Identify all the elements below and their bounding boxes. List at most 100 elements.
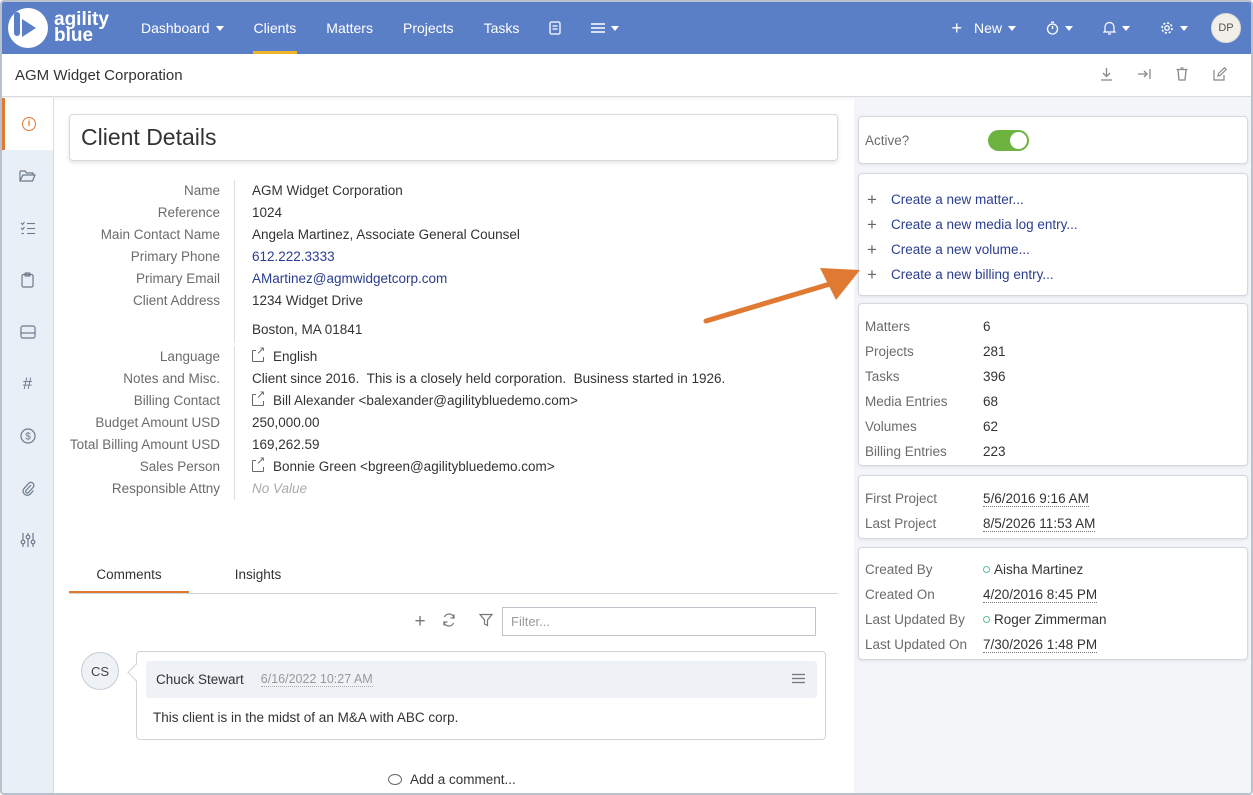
- stat-label: Projects: [865, 344, 914, 359]
- stat-label: Tasks: [865, 369, 900, 384]
- stat-label: Billing Entries: [865, 444, 947, 459]
- edit-button[interactable]: [1201, 66, 1239, 84]
- sidebar-item-clipboard[interactable]: [2, 254, 53, 306]
- field-name: Name AGM Widget Corporation: [62, 180, 802, 202]
- stat-row: Matters 6: [859, 314, 1247, 339]
- email-link[interactable]: AMartinez@agmwidgetcorp.com: [235, 268, 447, 290]
- field-value: 1024: [252, 205, 283, 220]
- add-comment-label: Add a comment...: [410, 772, 516, 787]
- move-button[interactable]: [1125, 67, 1163, 83]
- sidebar-item-attachments[interactable]: [2, 462, 53, 514]
- nav-reports[interactable]: [534, 2, 576, 54]
- meta-label: Created By: [865, 562, 933, 577]
- sidebar-item-folders[interactable]: [2, 150, 53, 202]
- notifications-menu[interactable]: [1088, 2, 1145, 54]
- sidebar-item-settings[interactable]: [2, 514, 53, 566]
- create-media-log-link[interactable]: + Create a new media log entry...: [859, 212, 1247, 237]
- drive-icon: [19, 325, 36, 339]
- date-row: First Project 5/6/2016 9:16 AM: [859, 486, 1247, 511]
- meta-value: 7/30/2026 1:48 PM: [983, 637, 1098, 653]
- date-value: 8/5/2026 11:53 AM: [983, 516, 1096, 532]
- field-label: Responsible Attny: [62, 478, 235, 500]
- meta-row: Last Updated On 7/30/2026 1:48 PM: [859, 632, 1247, 657]
- nav-clients[interactable]: Clients: [239, 2, 312, 54]
- field-value: Angela Martinez, Associate General Couns…: [252, 227, 520, 242]
- chevron-down-icon: [1122, 25, 1130, 31]
- sidebar-item-checklist[interactable]: [2, 202, 53, 254]
- info-icon: i: [22, 117, 36, 131]
- meta-label: Created On: [865, 587, 935, 602]
- refresh-icon[interactable]: [438, 613, 460, 631]
- tab-comments[interactable]: Comments: [69, 558, 189, 593]
- action-label: Create a new billing entry...: [891, 267, 1054, 282]
- status-dot-icon: [983, 616, 990, 623]
- nav-projects-label: Projects: [402, 20, 454, 36]
- top-navbar: agility blue Dashboard Clients Matters P…: [2, 2, 1251, 54]
- page-title: AGM Widget Corporation: [15, 66, 183, 84]
- field-label: Client Address: [62, 290, 235, 343]
- action-label: Create a new media log entry...: [891, 217, 1078, 232]
- user-avatar[interactable]: DP: [1211, 13, 1241, 43]
- comment-header: Chuck Stewart 6/16/2022 10:27 AM: [146, 661, 817, 698]
- project-dates-card: First Project 5/6/2016 9:16 AM Last Proje…: [858, 475, 1248, 539]
- sidebar-item-details[interactable]: i: [2, 98, 53, 150]
- nav-matters[interactable]: Matters: [311, 2, 388, 54]
- date-value-text: 5/6/2016 9:16 AM: [983, 491, 1089, 507]
- new-button[interactable]: + New: [936, 2, 1031, 54]
- comments-filter-input[interactable]: [502, 607, 816, 636]
- sidebar-item-billing[interactable]: $: [2, 410, 53, 462]
- comment-menu-icon[interactable]: [792, 671, 805, 688]
- field-label: Total Billing Amount USD: [62, 434, 235, 456]
- plus-icon: +: [867, 189, 877, 209]
- nav-matters-label: Matters: [326, 20, 373, 36]
- avatar: CS: [81, 652, 119, 690]
- field-sales-person: Sales Person Bonnie Green <bgreen@agility…: [62, 455, 802, 478]
- timer-menu[interactable]: [1031, 2, 1088, 54]
- add-comment-icon[interactable]: +: [409, 611, 431, 633]
- field-value: 250,000.00: [252, 415, 320, 430]
- nav-dashboard[interactable]: Dashboard: [126, 2, 239, 54]
- external-link-icon[interactable]: [252, 345, 266, 362]
- detail-tabs: Comments Insights: [69, 558, 838, 594]
- field-billing-contact: Billing Contact Bill Alexander <balexande…: [62, 389, 802, 412]
- chevron-down-icon: [215, 25, 224, 31]
- date-value-text: 4/20/2016 8:45 PM: [983, 587, 1098, 603]
- delete-button[interactable]: [1163, 66, 1201, 84]
- external-link-icon[interactable]: [252, 455, 266, 472]
- nav-projects[interactable]: Projects: [388, 2, 469, 54]
- plus-icon: +: [867, 264, 877, 284]
- meta-row: Created On 4/20/2016 8:45 PM: [859, 582, 1247, 607]
- download-icon: [1100, 67, 1112, 81]
- create-volume-link[interactable]: + Create a new volume...: [859, 237, 1247, 262]
- comment-author: Chuck Stewart: [156, 672, 244, 687]
- field-primary-phone: Primary Phone 612.222.3333: [62, 246, 802, 268]
- download-button[interactable]: [1087, 67, 1125, 84]
- add-comment-link[interactable]: Add a comment...: [388, 772, 516, 787]
- plus-icon: +: [951, 17, 962, 38]
- sidebar-item-numbers[interactable]: #: [2, 358, 53, 410]
- field-value: English: [235, 345, 317, 368]
- create-matter-link[interactable]: + Create a new matter...: [859, 187, 1247, 212]
- stat-value: 62: [983, 419, 999, 434]
- nav-more-menu[interactable]: [576, 2, 634, 54]
- active-toggle[interactable]: [988, 129, 1029, 151]
- sliders-icon: [20, 533, 35, 547]
- stat-row: Volumes 62: [859, 414, 1247, 439]
- comment-bubble-icon: [388, 774, 402, 785]
- menu-icon: [591, 23, 606, 33]
- nav-tasks-label: Tasks: [483, 20, 520, 36]
- external-link-icon[interactable]: [252, 389, 266, 406]
- client-details-fields: Name AGM Widget Corporation Reference 1024…: [62, 180, 802, 500]
- user-name: Aisha Martinez: [994, 562, 1084, 577]
- meta-row: Last Updated By Roger Zimmerman: [859, 607, 1247, 632]
- record-actions: [1087, 66, 1239, 84]
- phone-link[interactable]: 612.222.3333: [235, 246, 335, 268]
- logo[interactable]: agility blue: [8, 8, 126, 48]
- filter-icon[interactable]: [475, 613, 497, 631]
- tab-insights[interactable]: Insights: [198, 558, 318, 593]
- sidebar-item-media[interactable]: [2, 306, 53, 358]
- nav-tasks[interactable]: Tasks: [469, 2, 535, 54]
- settings-menu[interactable]: [1145, 2, 1203, 54]
- sales-person-value: Bonnie Green <bgreen@agilitybluedemo.com…: [273, 459, 555, 474]
- create-billing-entry-link[interactable]: + Create a new billing entry...: [859, 262, 1247, 287]
